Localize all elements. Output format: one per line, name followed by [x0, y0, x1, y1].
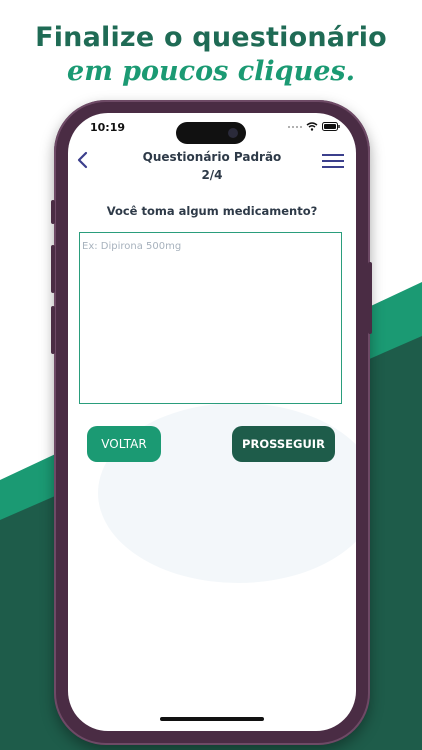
signal-icon [288, 124, 302, 130]
status-icons [288, 122, 340, 131]
camera-icon [228, 128, 238, 138]
status-time: 10:19 [90, 121, 126, 134]
phone-volume-up-button [51, 245, 55, 293]
next-button[interactable]: PROSSEGUIR [232, 426, 335, 462]
wifi-icon [306, 122, 318, 131]
battery-icon [322, 122, 340, 131]
back-button[interactable]: VOLTAR [87, 426, 161, 462]
phone-side-button [51, 200, 55, 224]
phone-volume-down-button [51, 306, 55, 354]
screen-title: Questionário Padrão [142, 150, 282, 164]
menu-icon[interactable] [322, 154, 344, 168]
step-indicator: 2/4 [201, 168, 223, 182]
question-text: Você toma algum medicamento? [106, 204, 318, 218]
phone-power-button [368, 262, 372, 334]
dynamic-island [176, 122, 246, 144]
home-indicator [160, 717, 264, 721]
headline-title: Finalize o questionário [35, 22, 387, 53]
headline-subtitle: em poucos cliques. [67, 56, 355, 87]
phone-screen: 10:19 Questionário Padrão 2/4 Você toma … [68, 113, 356, 731]
answer-input[interactable] [79, 232, 342, 404]
